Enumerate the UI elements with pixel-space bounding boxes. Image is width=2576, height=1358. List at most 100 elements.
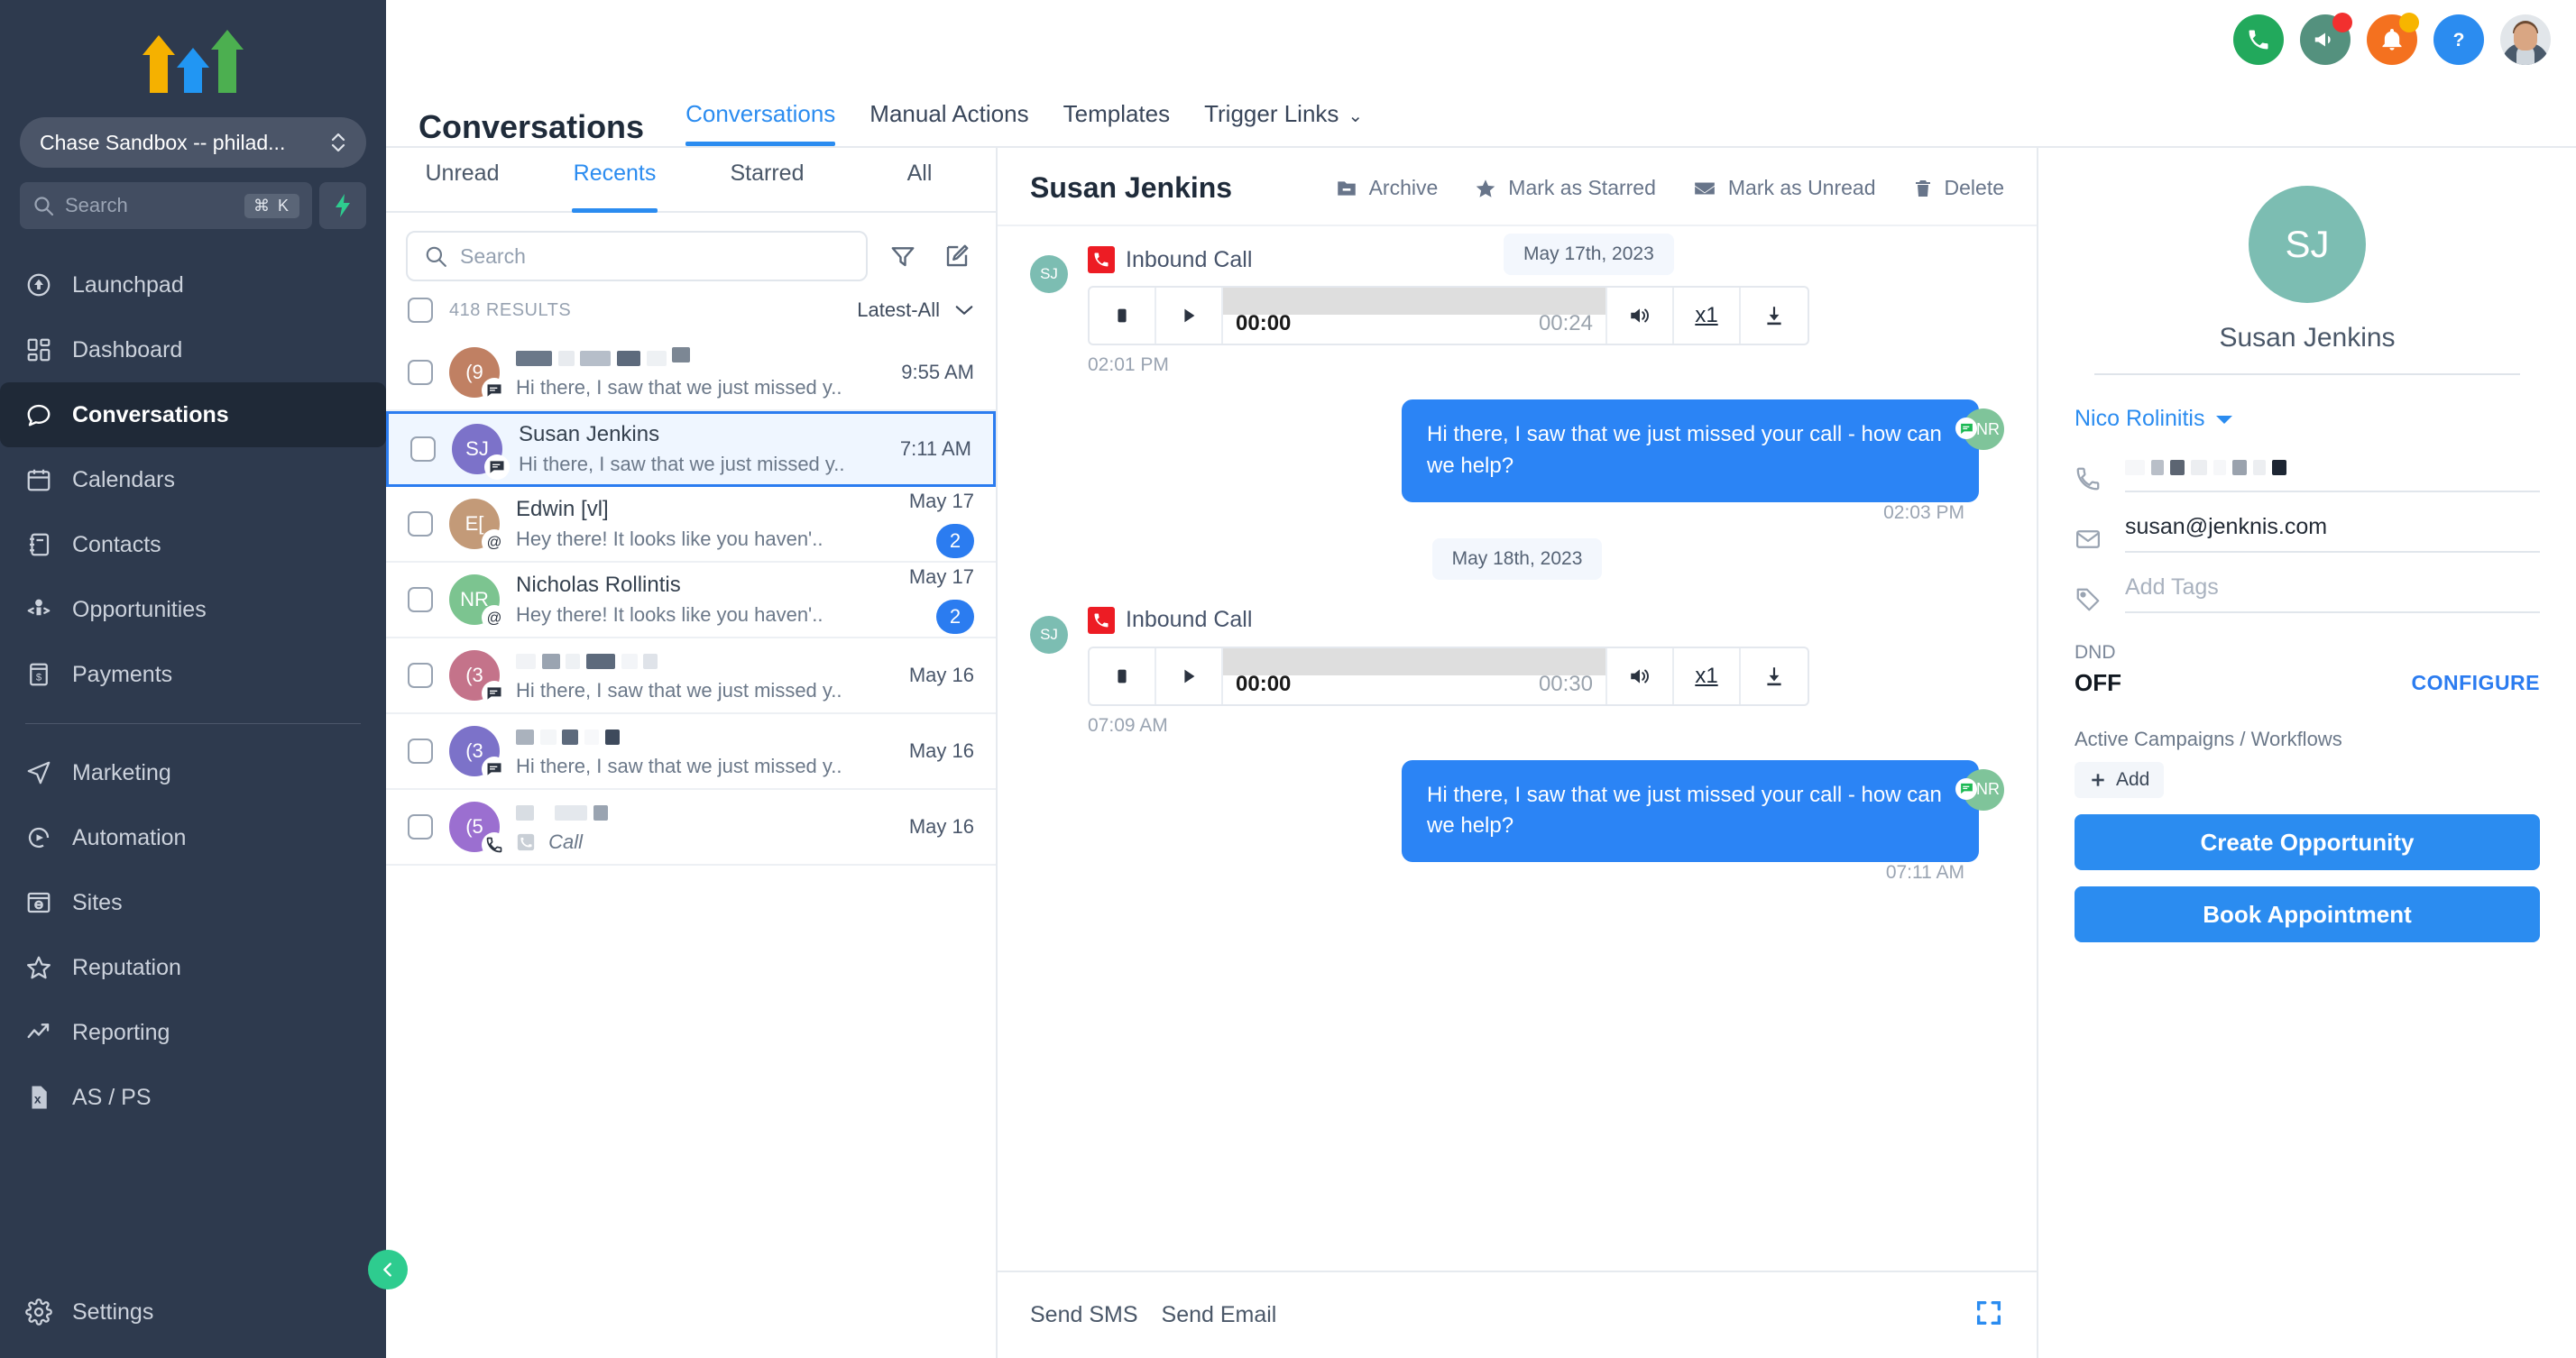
select-all-checkbox[interactable] [408, 298, 433, 323]
sidebar-divider [25, 723, 361, 724]
play-button[interactable] [1156, 647, 1223, 704]
contact-name [516, 800, 859, 825]
email-field[interactable]: susan@jenknis.com [2125, 514, 2540, 553]
sidebar-item-dashboard[interactable]: Dashboard [0, 317, 386, 382]
create-opportunity-button[interactable]: Create Opportunity [2075, 814, 2540, 870]
composer-tab-label: Send Email [1161, 1302, 1277, 1327]
list-tab-label: Unread [425, 161, 500, 186]
duration: 00:24 [1538, 311, 1593, 335]
sort-dropdown[interactable]: Latest-All [857, 298, 974, 322]
archive-icon [1337, 180, 1356, 196]
sidebar-item-launchpad[interactable]: Launchpad [0, 252, 386, 317]
list-item[interactable]: (3 Hi there, I saw that we just missed y… [386, 638, 996, 714]
row-checkbox[interactable] [408, 663, 433, 688]
tab-trigger-links[interactable]: Trigger Links ⌄ [1204, 100, 1363, 146]
inbound-call-icon [1088, 606, 1115, 634]
stop-button[interactable] [1090, 288, 1156, 344]
tab-send-sms[interactable]: Send SMS [1030, 1302, 1138, 1328]
help-button[interactable]: ? [2433, 14, 2484, 65]
sidebar-item-conversations[interactable]: Conversations [0, 382, 386, 447]
dnd-label: DND [2075, 642, 2116, 663]
filter-button[interactable] [884, 237, 922, 275]
row-checkbox[interactable] [408, 360, 433, 385]
list-tab-all[interactable]: All [843, 148, 996, 211]
page-header: Conversations Conversations Manual Actio… [386, 79, 2576, 146]
list-item[interactable]: (3 Hi there, I saw that we just missed y… [386, 714, 996, 790]
audio-progress-track[interactable]: 00:00 00:30 [1223, 647, 1607, 704]
phone-field[interactable] [2125, 454, 2540, 492]
sidebar-item-payments[interactable]: $ Payments [0, 642, 386, 707]
sidebar-item-marketing[interactable]: Marketing [0, 740, 386, 805]
playback-speed-button[interactable]: x1 [1674, 647, 1741, 704]
sidebar-item-reporting[interactable]: Reporting [0, 1000, 386, 1065]
avatar: (9 [449, 347, 507, 403]
list-item[interactable]: SJ Susan Jenkins Hi there, I saw that we… [386, 411, 996, 487]
row-checkbox[interactable] [410, 436, 436, 462]
audio-player[interactable]: 00:00 00:24 x1 [1088, 286, 1809, 345]
delete-button[interactable]: Delete [1912, 176, 2004, 200]
download-button[interactable] [1741, 288, 1808, 344]
sidebar-item-sites[interactable]: Sites [0, 870, 386, 935]
notifications-button[interactable] [2367, 13, 2419, 65]
sidebar-item-contacts[interactable]: Contacts [0, 512, 386, 577]
compose-button[interactable] [938, 237, 976, 275]
book-appointment-button[interactable]: Book Appointment [2075, 886, 2540, 942]
workspace-selector[interactable]: Chase Sandbox -- philad... [20, 117, 366, 168]
volume-button[interactable] [1607, 288, 1674, 344]
expand-composer-button[interactable] [1973, 1298, 2004, 1333]
mark-as-unread-button[interactable]: Mark as Unread [1692, 176, 1876, 200]
tab-send-email[interactable]: Send Email [1162, 1302, 1277, 1328]
row-checkbox[interactable] [408, 739, 433, 764]
audio-player[interactable]: 00:00 00:30 x1 [1088, 646, 1809, 706]
list-item[interactable]: NR @ Nicholas Rollintis Hey there! It lo… [386, 563, 996, 638]
list-item[interactable]: (9 Hi there, I saw that we just missed y… [386, 335, 996, 411]
call-direction-label: Inbound Call [1126, 607, 1253, 633]
sidebar-item-settings[interactable]: Settings [0, 1293, 386, 1358]
conversation-search-input[interactable]: Search [406, 231, 868, 281]
sidebar-collapse-button[interactable] [368, 1250, 408, 1289]
download-button[interactable] [1741, 648, 1808, 704]
sidebar-item-opportunities[interactable]: Opportunities [0, 577, 386, 642]
row-checkbox[interactable] [408, 511, 433, 537]
global-search-input[interactable]: Search ⌘ K [20, 182, 312, 229]
phone-icon [2249, 30, 2268, 50]
announcements-button[interactable] [2300, 13, 2352, 65]
row-checkbox[interactable] [408, 814, 433, 840]
thread-actions: Archive Mark as Starred Mark as Unread D… [1335, 176, 2004, 200]
list-item[interactable]: E[ @ Edwin [vl] Hey there! It looks like… [386, 487, 996, 563]
gear-icon [25, 1298, 52, 1326]
sidebar-item-as-ps[interactable]: x AS / PS [0, 1065, 386, 1130]
audio-progress-track[interactable]: 00:00 00:24 [1223, 288, 1607, 344]
list-tab-unread[interactable]: Unread [386, 148, 538, 211]
row-checkbox[interactable] [408, 587, 433, 612]
list-tab-starred[interactable]: Starred [691, 148, 843, 211]
tags-field[interactable]: Add Tags [2125, 574, 2540, 613]
tag-icon [2075, 586, 2105, 613]
sidebar-item-reputation[interactable]: Reputation [0, 935, 386, 1000]
add-campaign-button[interactable]: Add [2075, 762, 2165, 798]
contact-name [516, 648, 859, 674]
sidebar-item-label: Contacts [72, 531, 161, 557]
list-tab-recents[interactable]: Recents [538, 148, 691, 213]
avatar: (3 [449, 650, 507, 706]
tab-templates[interactable]: Templates [1063, 100, 1171, 146]
user-avatar[interactable] [2500, 14, 2551, 65]
play-button[interactable] [1156, 288, 1223, 344]
tab-manual-actions[interactable]: Manual Actions [869, 100, 1028, 146]
volume-icon [1631, 669, 1649, 684]
mark-as-starred-button[interactable]: Mark as Starred [1474, 176, 1656, 200]
archive-button[interactable]: Archive [1335, 176, 1438, 200]
playback-speed-button[interactable]: x1 [1674, 288, 1741, 344]
configure-dnd-link[interactable]: CONFIGURE [2412, 671, 2541, 695]
tab-conversations[interactable]: Conversations [685, 100, 836, 146]
search-icon [426, 246, 446, 267]
svg-text:@: @ [487, 535, 502, 551]
phone-call-button[interactable] [2233, 14, 2284, 65]
volume-button[interactable] [1607, 647, 1674, 704]
quick-actions-bolt-button[interactable] [319, 182, 366, 229]
list-item[interactable]: (5 Call May 16 [386, 790, 996, 866]
stop-button[interactable] [1090, 647, 1156, 704]
sidebar-item-calendars[interactable]: Calendars [0, 447, 386, 512]
sidebar-item-automation[interactable]: Automation [0, 805, 386, 870]
contact-owner-dropdown[interactable]: Nico Rolinitis [2075, 406, 2540, 432]
